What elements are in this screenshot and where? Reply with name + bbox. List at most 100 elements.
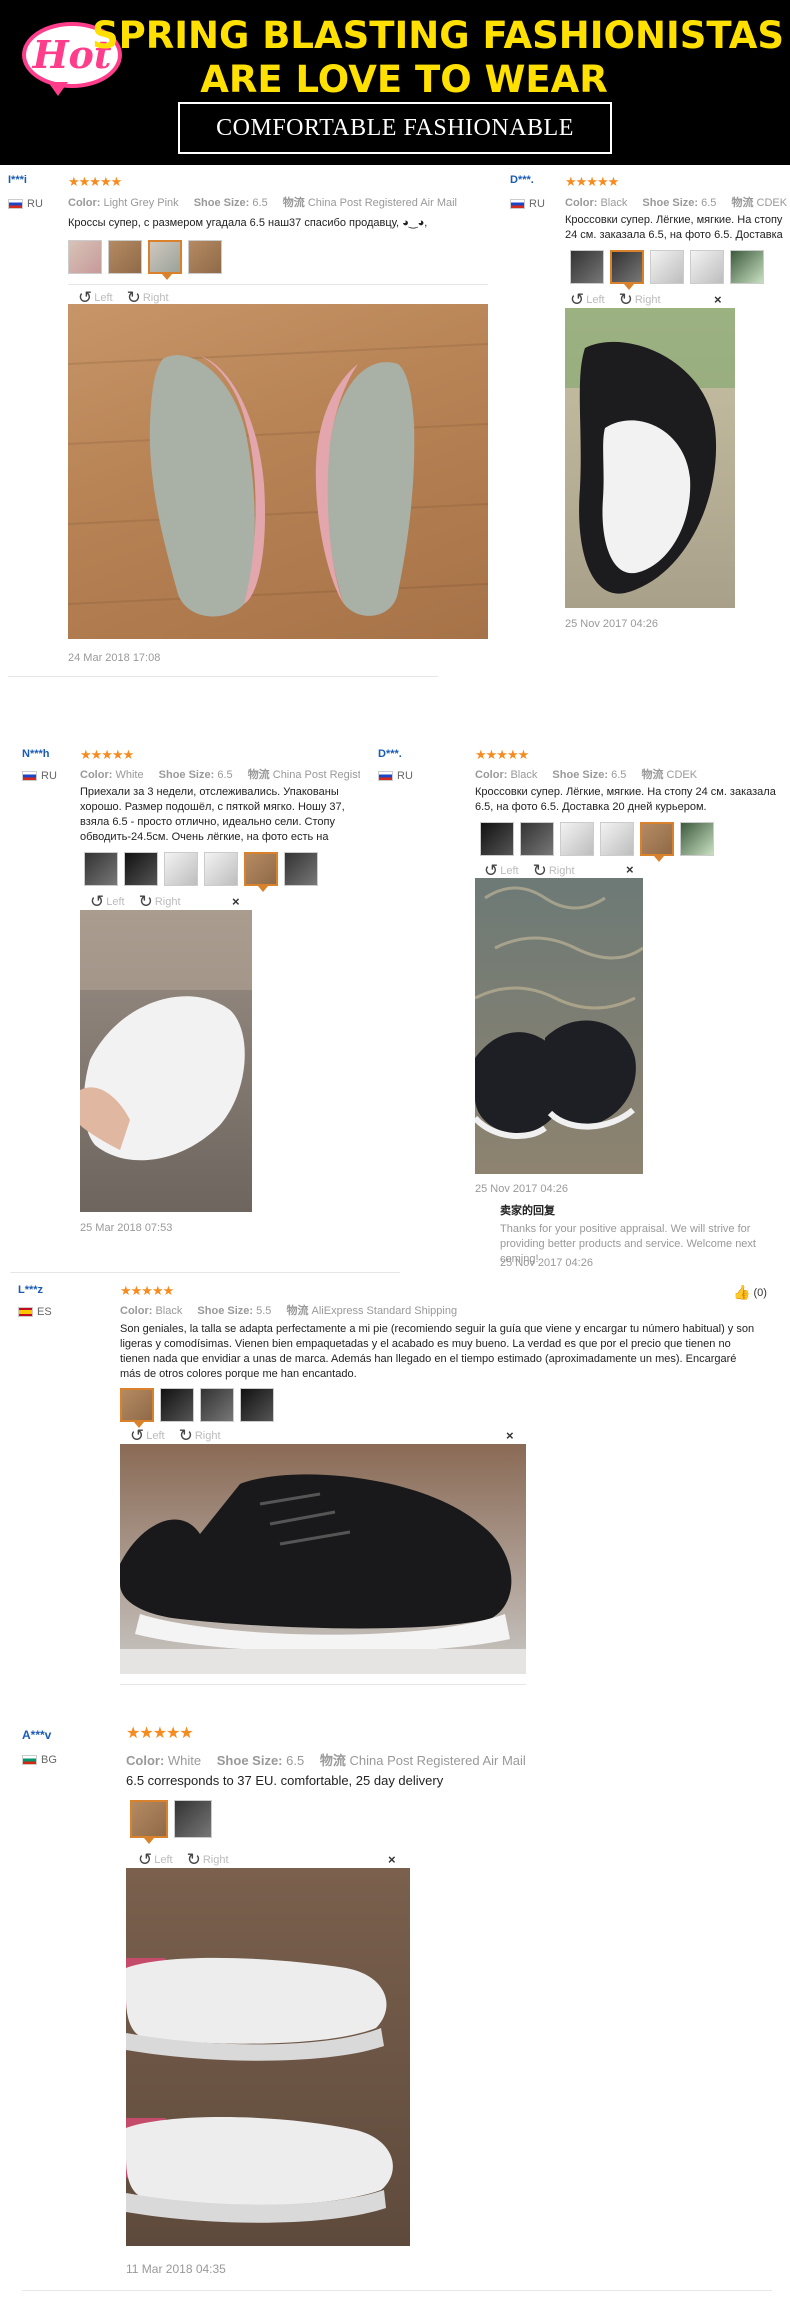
review-thumbnail[interactable] bbox=[200, 1388, 234, 1422]
rotate-left-button[interactable]: ↺ Left bbox=[90, 892, 125, 912]
image-rotate-controls: ↺ Left ↻ Right bbox=[570, 290, 661, 310]
review-photo[interactable] bbox=[120, 1444, 526, 1674]
review-country: RU bbox=[378, 770, 413, 782]
bulgaria-flag-icon bbox=[22, 1755, 37, 1765]
review-text: Кроссовки супер. Лёгкие, мягкие. На стоп… bbox=[475, 786, 776, 813]
star-rating: ★★★★★ bbox=[120, 1283, 174, 1298]
thumbs-up-icon: 👍 bbox=[733, 1284, 751, 1300]
divider bbox=[22, 2290, 772, 2291]
rotate-left-button[interactable]: ↺ Left bbox=[570, 290, 605, 310]
review-thumbnail[interactable] bbox=[188, 240, 222, 274]
sneaker-photo-illustration bbox=[475, 886, 643, 1139]
sneaker-photo-illustration bbox=[126, 1957, 393, 2223]
rotate-right-icon: ↻ bbox=[178, 1426, 193, 1445]
review-thumbnail[interactable] bbox=[160, 1388, 194, 1422]
review-thumbnail[interactable] bbox=[68, 240, 102, 274]
review-photo[interactable] bbox=[475, 878, 643, 1174]
image-rotate-controls: ↺ Left ↻ Right bbox=[138, 1850, 229, 1870]
review-thumbnail-selected[interactable] bbox=[640, 822, 674, 862]
rotate-left-icon: ↺ bbox=[130, 1426, 145, 1445]
review-username[interactable]: L***z bbox=[18, 1284, 43, 1296]
review-username[interactable]: A***v bbox=[22, 1728, 51, 1742]
review-country: RU bbox=[510, 198, 545, 210]
review-thumbnail-selected[interactable] bbox=[130, 1800, 168, 1844]
review-thumbnail[interactable] bbox=[240, 1388, 274, 1422]
review-thumbnail[interactable] bbox=[284, 852, 318, 886]
star-rating: ★★★★★ bbox=[126, 1725, 194, 1742]
review-meta: Color: Light Grey Pink Shoe Size: 6.5 物流… bbox=[68, 197, 458, 209]
review-photo[interactable] bbox=[126, 1868, 410, 2246]
review-thumbnails bbox=[480, 822, 714, 862]
review-country: RU bbox=[8, 198, 43, 210]
review-meta: Color: White Shoe Size: 6.5 物流 China Pos… bbox=[126, 1753, 526, 1768]
divider bbox=[120, 1684, 526, 1685]
promo-banner: Hot SPRING BLASTING FASHIONISTAS ARE LOV… bbox=[0, 0, 790, 189]
review-thumbnail[interactable] bbox=[570, 250, 604, 284]
review-date: 11 Mar 2018 04:35 bbox=[126, 2262, 226, 2276]
rotate-left-button[interactable]: ↺ Left bbox=[138, 1850, 173, 1870]
review-thumbnails bbox=[68, 240, 222, 280]
review-thumbnail[interactable] bbox=[480, 822, 514, 856]
review-thumbnail-selected[interactable] bbox=[610, 250, 644, 290]
review-thumbnail[interactable] bbox=[520, 822, 554, 856]
image-rotate-controls: ↺ Left ↻ Right bbox=[130, 1426, 221, 1446]
review-thumbnail[interactable] bbox=[124, 852, 158, 886]
rotate-right-button[interactable]: ↻ Right bbox=[619, 290, 661, 310]
review-thumbnail-selected[interactable] bbox=[244, 852, 278, 892]
seller-reply-text: Thanks for your positive appraisal. We w… bbox=[500, 1223, 756, 1265]
close-photo-button[interactable]: × bbox=[626, 862, 634, 877]
review-thumbnail[interactable] bbox=[164, 852, 198, 886]
review-meta: Color: Black Shoe Size: 5.5 物流 AliExpres… bbox=[120, 1305, 458, 1317]
rotate-right-icon: ↻ bbox=[618, 290, 633, 309]
rotate-right-icon: ↻ bbox=[138, 892, 153, 911]
seller-reply-date: 25 Nov 2017 04:26 bbox=[500, 1257, 593, 1269]
rotate-left-icon: ↺ bbox=[90, 892, 105, 911]
review-date: 25 Mar 2018 07:53 bbox=[80, 1222, 173, 1234]
sneaker-photo-illustration bbox=[80, 910, 252, 1161]
close-photo-button[interactable]: × bbox=[388, 1852, 396, 1867]
review-photo[interactable] bbox=[80, 910, 252, 1212]
rotate-right-button[interactable]: ↻ Right bbox=[139, 892, 181, 912]
review-thumbnails bbox=[130, 1800, 212, 1844]
banner-headline-2: ARE LOVE TO WEAR bbox=[200, 58, 608, 101]
review-thumbnails bbox=[570, 250, 764, 290]
helpful-button[interactable]: 👍 (0) bbox=[733, 1284, 767, 1301]
review-thumbnail-selected[interactable] bbox=[120, 1388, 154, 1428]
review-thumbnail[interactable] bbox=[108, 240, 142, 274]
rotate-left-button[interactable]: ↺ Left bbox=[130, 1426, 165, 1446]
review-username[interactable]: N***h bbox=[22, 748, 50, 760]
rotate-left-icon: ↺ bbox=[570, 290, 585, 309]
review-thumbnail[interactable] bbox=[690, 250, 724, 284]
rotate-right-button[interactable]: ↻ Right bbox=[179, 1426, 221, 1446]
close-photo-button[interactable]: × bbox=[506, 1428, 514, 1443]
review-date: 25 Nov 2017 04:26 bbox=[475, 1183, 568, 1195]
review-thumbnail[interactable] bbox=[600, 822, 634, 856]
review-username[interactable]: I***i bbox=[8, 174, 27, 186]
review-date: 24 Mar 2018 17:08 bbox=[68, 652, 161, 664]
review-text: Кроссы супер, с размером угадала 6.5 наш… bbox=[68, 217, 428, 229]
review-photo[interactable] bbox=[68, 304, 488, 639]
review-thumbnail[interactable] bbox=[680, 822, 714, 856]
rotate-left-icon: ↺ bbox=[138, 1850, 153, 1869]
review-thumbnail[interactable] bbox=[84, 852, 118, 886]
review-thumbnail-selected[interactable] bbox=[148, 240, 182, 280]
sneaker-photo-illustration bbox=[565, 308, 735, 594]
review-thumbnail[interactable] bbox=[204, 852, 238, 886]
review-username[interactable]: D***. bbox=[378, 748, 402, 760]
review-thumbnail[interactable] bbox=[560, 822, 594, 856]
close-photo-button[interactable]: × bbox=[714, 292, 722, 307]
rotate-right-button[interactable]: ↻ Right bbox=[187, 1850, 229, 1870]
star-rating: ★★★★★ bbox=[80, 747, 134, 762]
close-photo-button[interactable]: × bbox=[232, 894, 240, 909]
review-thumbnail[interactable] bbox=[650, 250, 684, 284]
review-thumbnail[interactable] bbox=[730, 250, 764, 284]
rotate-right-icon: ↻ bbox=[186, 1850, 201, 1869]
divider bbox=[8, 676, 438, 677]
review-text: Кроссовки супер. Лёгкие, мягкие. На стоп… bbox=[565, 214, 783, 241]
review-username[interactable]: D***. bbox=[510, 174, 534, 186]
russia-flag-icon bbox=[510, 199, 525, 209]
review-photo[interactable] bbox=[565, 308, 735, 608]
review-date: 25 Nov 2017 04:26 bbox=[565, 618, 658, 630]
review-thumbnail[interactable] bbox=[174, 1800, 212, 1838]
review-meta: Color: Black Shoe Size: 6.5 物流 CDEK bbox=[475, 769, 698, 781]
